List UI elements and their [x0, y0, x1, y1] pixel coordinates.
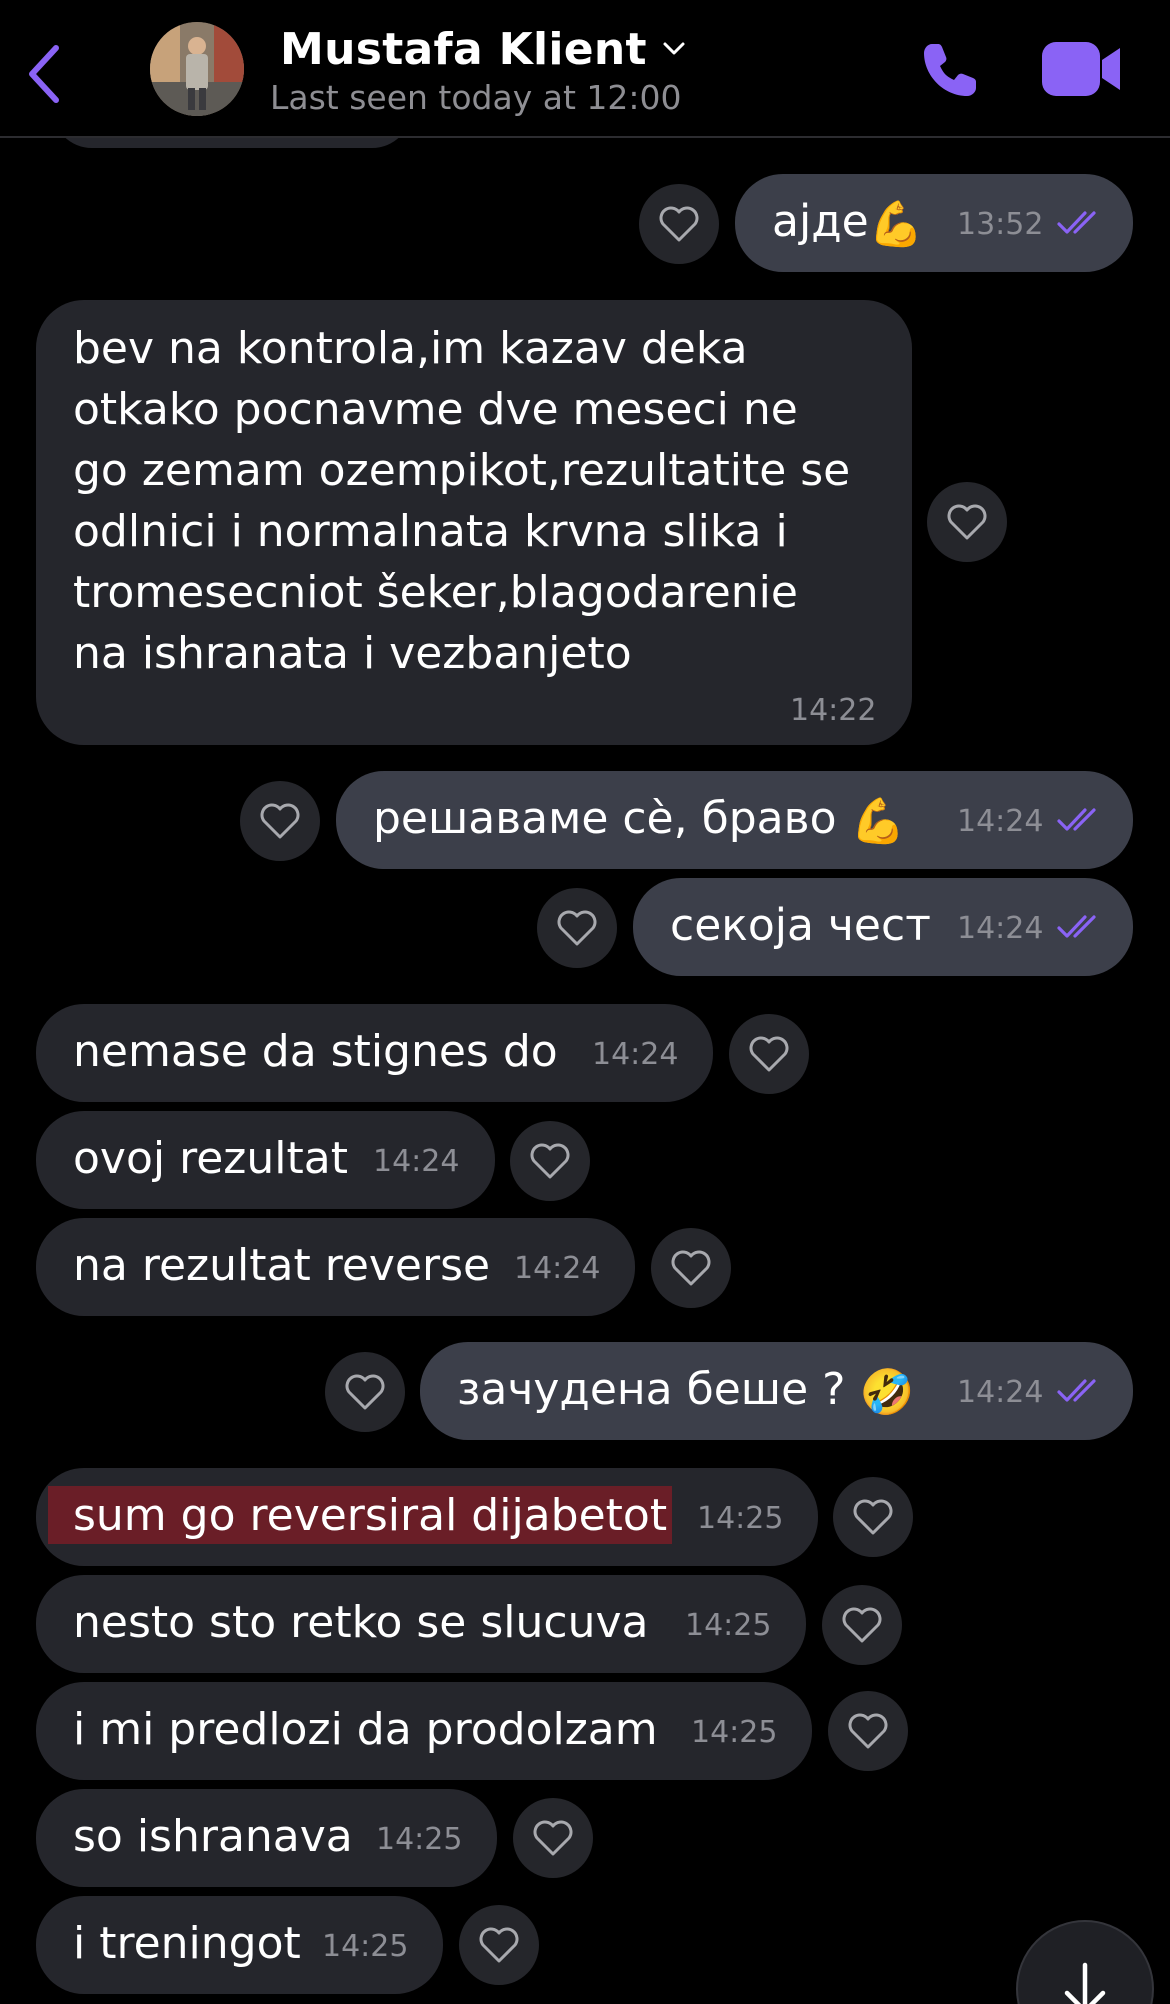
message-time: 14:25	[685, 1608, 772, 1643]
message-text: зачудена беше ?	[457, 1364, 846, 1415]
chat-screen: ајде💪 13:52 bev na kontrola,im kazav dek…	[0, 0, 1170, 2004]
like-button[interactable]	[537, 888, 617, 968]
message-time: 14:24	[592, 1037, 679, 1072]
message-bubble-incoming[interactable]: na rezultat reverse 14:24	[36, 1218, 635, 1316]
like-button[interactable]	[828, 1691, 908, 1771]
back-button[interactable]	[16, 38, 72, 110]
message-text: i treningot	[73, 1918, 301, 1969]
message-list[interactable]: ајде💪 13:52 bev na kontrola,im kazav dek…	[0, 0, 1170, 2004]
heart-outline-icon	[749, 1036, 789, 1072]
heart-outline-icon	[947, 504, 987, 540]
voice-call-button[interactable]	[918, 38, 982, 102]
like-button[interactable]	[833, 1477, 913, 1557]
contact-photo	[150, 22, 244, 116]
message-bubble-incoming[interactable]: nesto sto retko se slucuva 14:25	[36, 1575, 806, 1673]
rolling-laughing-emoji: 🤣	[859, 1367, 915, 1418]
message-time: 14:25	[697, 1501, 784, 1536]
message-bubble-outgoing[interactable]: ајде💪 13:52	[735, 174, 1133, 272]
message-bubble-outgoing[interactable]: секоја чест 14:24	[633, 878, 1133, 976]
chevron-down-icon	[663, 42, 685, 55]
like-button[interactable]	[729, 1014, 809, 1094]
message-time: 14:24	[957, 911, 1044, 946]
like-button[interactable]	[639, 184, 719, 264]
message-bubble-incoming[interactable]: nemase da stignes do 14:24	[36, 1004, 713, 1102]
chat-header: Mustafa Klient Last seen today at 12:00	[0, 0, 1170, 138]
heart-outline-icon	[530, 1143, 570, 1179]
message-text: секоја чест	[670, 900, 931, 951]
message-text: nemase da stignes do	[73, 1026, 558, 1077]
heart-outline-icon	[848, 1713, 888, 1749]
message-bubble-incoming[interactable]: so ishranava 14:25	[36, 1789, 497, 1887]
message-time: 13:52	[957, 207, 1044, 242]
heart-outline-icon	[533, 1820, 573, 1856]
heart-outline-icon	[479, 1927, 519, 1963]
double-check-icon	[1057, 808, 1096, 831]
message-time: 14:22	[790, 693, 877, 728]
video-camera-icon	[1042, 42, 1120, 96]
like-button[interactable]	[459, 1905, 539, 1985]
message-text: решаваме сè, браво	[373, 793, 837, 844]
contact-name: Mustafa Klient	[280, 23, 647, 75]
message-bubble-incoming[interactable]: sum go reversiral dijabetot 14:25	[36, 1468, 818, 1566]
phone-icon	[924, 44, 976, 96]
message-text-multiline: bev na kontrola,im kazav deka otkako poc…	[73, 323, 851, 679]
like-button[interactable]	[325, 1352, 405, 1432]
message-text: ovoj rezultat	[73, 1133, 348, 1184]
heart-outline-icon	[557, 910, 597, 946]
message-text: sum go reversiral dijabetot	[73, 1490, 668, 1541]
double-check-icon	[1057, 211, 1096, 234]
message-text: so ishranava	[73, 1811, 353, 1862]
heart-outline-icon	[671, 1250, 711, 1286]
flexed-biceps-emoji: 💪	[868, 199, 924, 250]
last-seen-status: Last seen today at 12:00	[270, 78, 682, 117]
video-call-button[interactable]	[1040, 40, 1124, 98]
like-button[interactable]	[651, 1228, 731, 1308]
message-time: 14:25	[376, 1822, 463, 1857]
heart-outline-icon	[345, 1374, 385, 1410]
like-button[interactable]	[822, 1585, 902, 1665]
message-time: 14:24	[373, 1144, 460, 1179]
message-time: 14:24	[957, 804, 1044, 839]
avatar[interactable]	[150, 22, 244, 116]
like-button[interactable]	[510, 1121, 590, 1201]
message-bubble-incoming[interactable]: ovoj rezultat 14:24	[36, 1111, 495, 1209]
message-time: 14:24	[957, 1375, 1044, 1410]
chevron-left-icon	[29, 45, 59, 103]
like-button[interactable]	[513, 1798, 593, 1878]
message-time: 14:24	[514, 1251, 601, 1286]
message-text: na rezultat reverse	[73, 1240, 491, 1291]
heart-outline-icon	[842, 1607, 882, 1643]
message-bubble-outgoing[interactable]: решаваме сè, браво 💪 14:24	[336, 771, 1133, 869]
scroll-to-bottom-button[interactable]	[1016, 1920, 1154, 2004]
heart-outline-icon	[260, 803, 300, 839]
message-bubble-outgoing[interactable]: зачудена беше ? 🤣 14:24	[420, 1342, 1133, 1440]
heart-outline-icon	[853, 1499, 893, 1535]
message-time: 14:25	[322, 1929, 409, 1964]
message-bubble-incoming[interactable]: i mi predlozi da prodolzam 14:25	[36, 1682, 812, 1780]
double-check-icon	[1057, 1379, 1096, 1402]
flexed-biceps-emoji: 💪	[850, 796, 906, 847]
message-text: i mi predlozi da prodolzam	[73, 1704, 658, 1755]
message-time: 14:25	[691, 1715, 778, 1750]
heart-outline-icon	[659, 206, 699, 242]
contact-name-dropdown[interactable]: Mustafa Klient	[280, 22, 687, 76]
arrow-down-icon	[1064, 1962, 1106, 2004]
message-text: ајде	[772, 196, 869, 247]
like-button[interactable]	[240, 781, 320, 861]
message-text: nesto sto retko se slucuva	[73, 1597, 649, 1648]
like-button[interactable]	[927, 482, 1007, 562]
double-check-icon	[1057, 915, 1096, 938]
message-bubble-incoming[interactable]: i treningot 14:25	[36, 1896, 443, 1994]
